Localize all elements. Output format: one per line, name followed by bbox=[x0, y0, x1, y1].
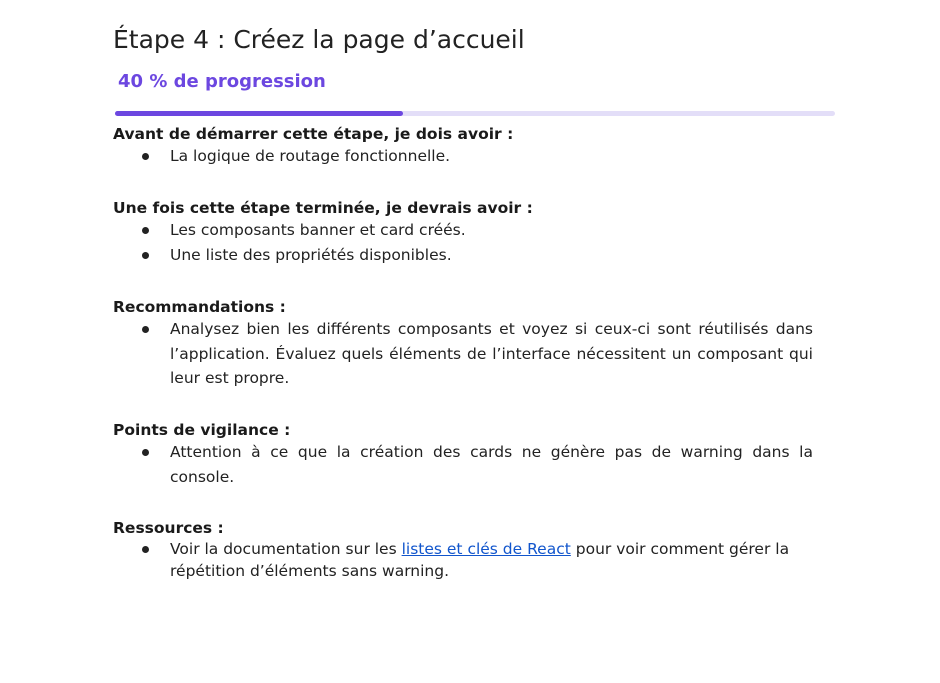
bullet-icon bbox=[142, 326, 149, 333]
list-item: Voir la documentation sur les listes et … bbox=[113, 538, 835, 582]
section-recommendations: Recommandations : Analysez bien les diff… bbox=[113, 297, 835, 391]
bullet-list: Voir la documentation sur les listes et … bbox=[113, 538, 835, 582]
section-prerequisites: Avant de démarrer cette étape, je dois a… bbox=[113, 124, 835, 169]
section-resources: Ressources : Voir la documentation sur l… bbox=[113, 518, 835, 582]
list-item: Les composants banner et card créés. bbox=[113, 218, 835, 243]
list-item: Analysez bien les différents composants … bbox=[113, 317, 835, 391]
progress-bar-fill bbox=[115, 111, 403, 116]
list-item-text: La logique de routage fonctionnelle. bbox=[170, 147, 451, 165]
page-title: Étape 4 : Créez la page d’accueil bbox=[113, 25, 525, 54]
bullet-icon bbox=[142, 153, 149, 160]
bullet-icon bbox=[142, 449, 149, 456]
list-item-text: Les composants banner et card créés. bbox=[170, 221, 466, 239]
list-item: Une liste des propriétés disponibles. bbox=[113, 243, 835, 268]
section-outcomes: Une fois cette étape terminée, je devrai… bbox=[113, 198, 835, 267]
bullet-list: La logique de routage fonctionnelle. bbox=[113, 144, 835, 169]
bullet-list: Attention à ce que la création des cards… bbox=[113, 440, 835, 489]
react-lists-keys-link[interactable]: listes et clés de React bbox=[402, 540, 571, 558]
list-item-text: Attention à ce que la création des cards… bbox=[170, 443, 813, 486]
bullet-icon bbox=[142, 546, 149, 553]
list-item-text-before: Voir la documentation sur les bbox=[170, 540, 402, 558]
bullet-icon bbox=[142, 251, 149, 259]
list-item: La logique de routage fonctionnelle. bbox=[113, 144, 835, 169]
section-watch-points: Points de vigilance : Attention à ce que… bbox=[113, 420, 835, 489]
list-item-text: Une liste des propriétés disponibles. bbox=[170, 245, 452, 264]
section-heading: Points de vigilance : bbox=[113, 421, 291, 439]
bullet-list: Les composants banner et card créés. Une… bbox=[113, 218, 835, 267]
bullet-list: Analysez bien les différents composants … bbox=[113, 317, 835, 391]
section-heading: Ressources : bbox=[113, 519, 224, 537]
progress-bar bbox=[115, 111, 835, 116]
progress-label: 40 % de progression bbox=[118, 71, 326, 92]
bullet-icon bbox=[142, 227, 149, 234]
section-heading: Recommandations : bbox=[113, 298, 286, 316]
list-item: Attention à ce que la création des cards… bbox=[113, 440, 835, 489]
section-heading: Avant de démarrer cette étape, je dois a… bbox=[113, 125, 514, 143]
section-heading: Une fois cette étape terminée, je devrai… bbox=[113, 199, 533, 217]
list-item-text: Analysez bien les différents composants … bbox=[170, 320, 813, 387]
